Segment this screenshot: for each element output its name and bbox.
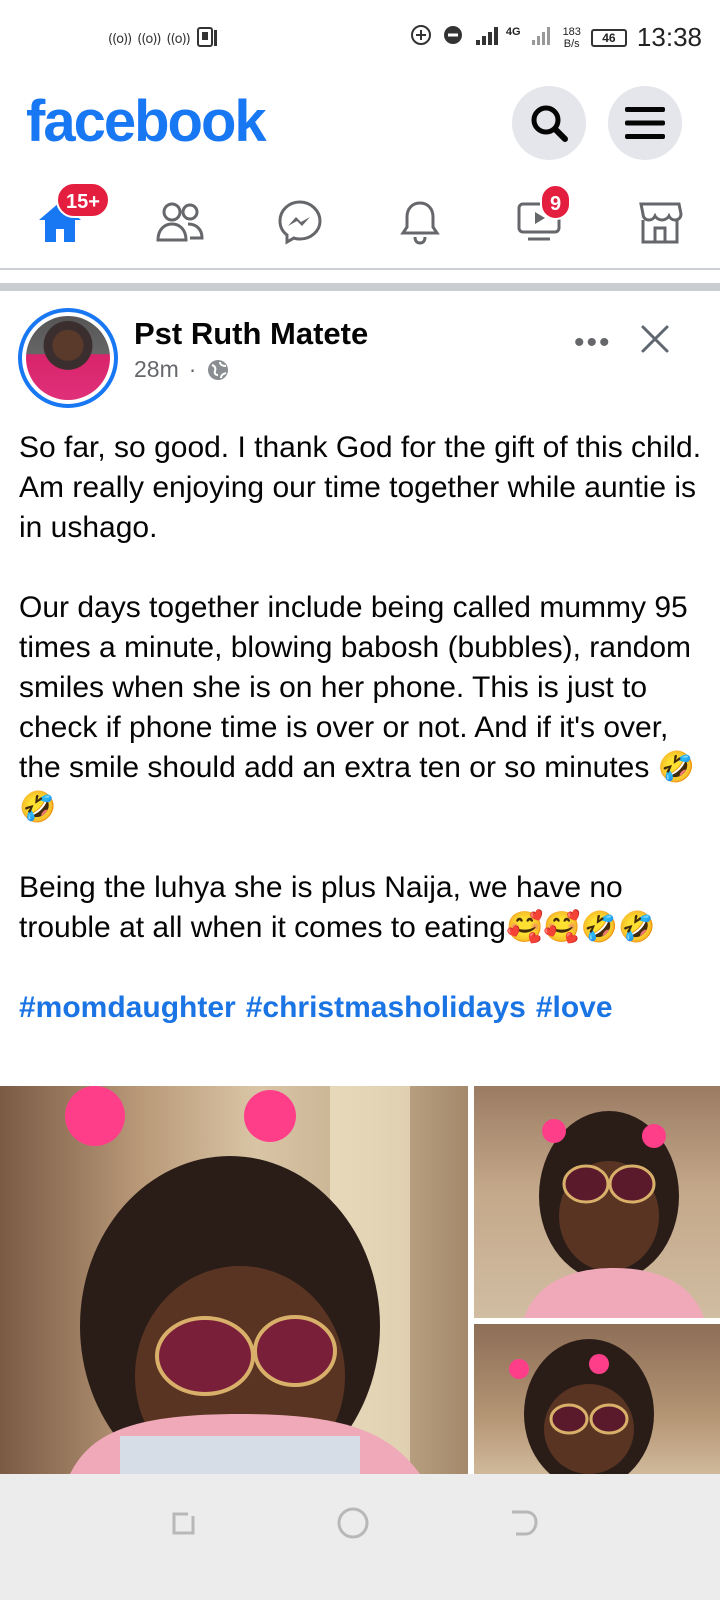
battery-level: 46 (602, 30, 616, 45)
photo-girl-sunglasses-2 (524, 1111, 704, 1318)
hotspot-icon: ((o)) (137, 31, 161, 47)
post-more-button[interactable]: ••• (574, 326, 612, 360)
tab-marketplace[interactable] (600, 180, 720, 264)
status-bar: ((o)) ((o)) ((o)) 4G 183 B/s 46 13:38 (0, 0, 720, 80)
dnd-icon (442, 24, 464, 51)
nav-divider (0, 268, 720, 270)
tab-watch[interactable]: 9 (480, 180, 600, 264)
hashtag-link[interactable]: #momdaughter (19, 991, 236, 1024)
tab-home[interactable]: 15+ (0, 180, 120, 264)
hashtag-link[interactable]: #love (536, 991, 613, 1024)
post-paragraph: So far, so good. I thank God for the gif… (19, 431, 702, 544)
post-meta: 28m · (134, 356, 230, 383)
signal-icon (474, 24, 504, 51)
globe-icon (208, 359, 229, 380)
tab-messenger[interactable] (240, 180, 360, 264)
hotspot-icon: ((o)) (166, 31, 191, 47)
photo-girl-sunglasses-3 (509, 1339, 654, 1474)
battery-icon: 46 (590, 28, 627, 47)
feed-divider (0, 283, 720, 291)
network-type: 4G (505, 25, 521, 38)
tab-notifications[interactable] (360, 180, 480, 264)
search-icon (531, 105, 568, 142)
add-circle-icon (410, 24, 432, 51)
net-speed: 183 B/s (563, 26, 581, 50)
post-time[interactable]: 28m (134, 356, 179, 383)
post-photo-3[interactable] (474, 1324, 720, 1474)
post-author-name[interactable]: Pst Ruth Matete (134, 316, 368, 352)
avatar-image (26, 316, 110, 400)
messenger-icon (278, 200, 322, 245)
post-hashtags: #momdaughter #christmasholidays #love (19, 988, 703, 1028)
marketplace-icon (639, 202, 683, 244)
post-photo-main[interactable] (0, 1086, 468, 1474)
close-icon (641, 325, 669, 353)
post-paragraph: Being the luhya she is plus Naija, we ha… (19, 871, 656, 944)
hotspot-icon: ((o)) (108, 31, 132, 47)
home-badge: 15+ (56, 182, 110, 218)
friends-icon (156, 202, 204, 242)
sim-manager-icon (196, 26, 218, 52)
post-photo-2[interactable] (474, 1086, 720, 1318)
facebook-logo[interactable]: facebook (26, 88, 267, 155)
tab-friends[interactable] (120, 180, 240, 264)
status-right: 4G 183 B/s 46 13:38 (410, 22, 702, 53)
signal-icon-2 (531, 24, 553, 51)
bell-icon (400, 201, 440, 245)
hamburger-icon (625, 107, 665, 139)
author-avatar[interactable] (18, 308, 118, 408)
photo-girl-sunglasses (65, 1086, 420, 1474)
status-left-icons: ((o)) ((o)) ((o)) (108, 26, 218, 52)
back-icon[interactable] (508, 1508, 540, 1538)
main-nav-tabs: 15+ 9 (0, 180, 720, 264)
video-badge: 9 (540, 184, 572, 220)
close-post-button[interactable] (638, 322, 672, 356)
clock: 13:38 (636, 22, 702, 52)
home-nav-icon[interactable] (336, 1506, 370, 1540)
recents-icon[interactable] (168, 1508, 198, 1538)
search-button[interactable] (512, 86, 586, 160)
hashtag-link[interactable]: #christmasholidays (246, 991, 526, 1024)
system-nav-bar (0, 1474, 720, 1600)
post-text: So far, so good. I thank God for the gif… (19, 428, 703, 1028)
post-paragraph: Our days together include being called m… (19, 591, 696, 824)
net-speed-value: 183 (562, 25, 581, 38)
meta-separator: · (188, 356, 197, 382)
net-speed-unit: B/s (563, 37, 580, 50)
menu-button[interactable] (608, 86, 682, 160)
